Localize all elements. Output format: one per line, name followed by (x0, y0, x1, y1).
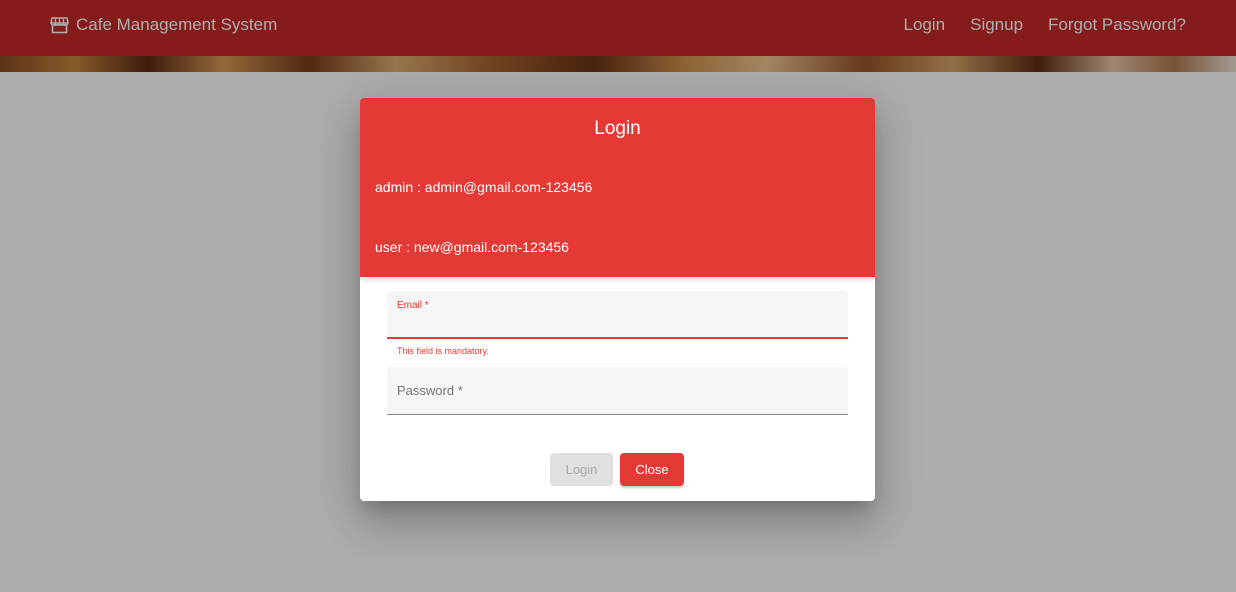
admin-credentials-hint: admin : admin@gmail.com-123456 (375, 179, 593, 195)
page: Cafe Management System Login Signup Forg… (0, 0, 1236, 592)
close-button[interactable]: Close (620, 453, 684, 486)
dialog-header: Login admin : admin@gmail.com-123456 use… (360, 98, 875, 277)
email-error-message: This field is mandatory. (397, 346, 489, 356)
login-button[interactable]: Login (550, 453, 613, 486)
email-input[interactable] (387, 291, 848, 337)
password-input[interactable] (387, 367, 848, 414)
login-dialog: Login admin : admin@gmail.com-123456 use… (360, 98, 875, 501)
dialog-title: Login (594, 118, 641, 139)
email-field: Email * (387, 291, 848, 339)
user-credentials-hint: user : new@gmail.com-123456 (375, 239, 569, 255)
password-field (387, 367, 848, 415)
